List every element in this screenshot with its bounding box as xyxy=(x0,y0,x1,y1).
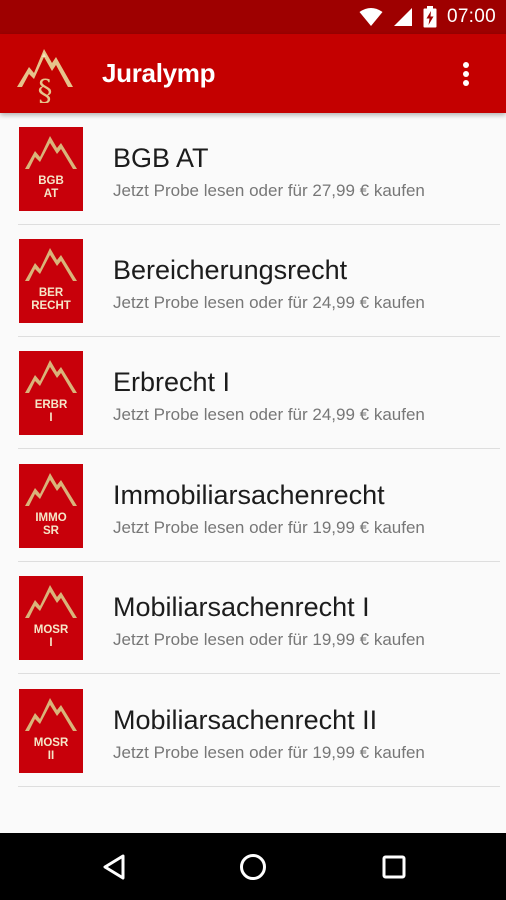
list-item[interactable]: BER RECHT Bereicherungsrecht Jetzt Probe… xyxy=(0,225,506,337)
book-title: Immobiliarsachenrecht xyxy=(113,480,385,510)
wifi-icon xyxy=(359,8,383,26)
book-code-line2: I xyxy=(49,412,53,424)
svg-text:§: § xyxy=(38,74,53,103)
mountain-icon xyxy=(25,360,77,393)
book-title: BGB AT xyxy=(113,143,209,173)
book-subtitle: Jetzt Probe lesen oder für 19,99 € kaufe… xyxy=(113,743,425,762)
battery-charging-icon xyxy=(423,6,437,28)
book-title: Erbrecht I xyxy=(113,367,231,397)
home-icon[interactable] xyxy=(236,850,270,884)
overflow-menu-icon[interactable] xyxy=(456,60,476,88)
book-list: BGB AT BGB AT Jetzt Probe lesen oder für… xyxy=(0,113,506,833)
mountain-icon xyxy=(25,698,77,731)
divider xyxy=(18,448,500,449)
list-item[interactable]: IMMO SR Immobiliarsachenrecht Jetzt Prob… xyxy=(0,450,506,562)
signal-icon xyxy=(393,8,412,26)
book-subtitle: Jetzt Probe lesen oder für 24,99 € kaufe… xyxy=(113,293,425,312)
book-code-line2: II xyxy=(47,750,55,762)
book-code-line2: RECHT xyxy=(31,300,71,312)
book-code-line1: BER xyxy=(38,287,64,299)
mountain-icon xyxy=(25,473,77,506)
mountain-icon xyxy=(25,136,77,169)
book-code-line1: MOSR xyxy=(33,624,69,636)
book-cover-icon: MOSR I xyxy=(19,576,83,660)
mountain-icon xyxy=(25,248,77,281)
book-cover-icon: IMMO SR xyxy=(19,464,83,548)
status-time: 07:00 xyxy=(446,6,496,27)
status-bar: 07:00 xyxy=(0,0,506,34)
book-subtitle: Jetzt Probe lesen oder für 19,99 € kaufe… xyxy=(113,630,425,649)
app-title: Juralymp xyxy=(102,58,216,88)
book-code-line1: BGB xyxy=(38,175,64,187)
book-code-line1: IMMO xyxy=(35,512,67,524)
book-code-line1: ERBR xyxy=(34,399,68,411)
book-cover-icon: BER RECHT xyxy=(19,239,83,323)
book-cover-icon: BGB AT xyxy=(19,127,83,211)
status-icons: 07:00 xyxy=(359,0,496,34)
back-icon[interactable] xyxy=(97,850,131,884)
book-code-line1: MOSR xyxy=(33,737,69,749)
book-code-line2: AT xyxy=(43,188,59,200)
mountain-icon xyxy=(25,585,77,618)
book-title: Mobiliarsachenrecht II xyxy=(113,705,378,735)
divider xyxy=(18,786,500,787)
recents-icon[interactable] xyxy=(377,850,411,884)
divider xyxy=(18,673,500,674)
book-cover-icon: ERBR I xyxy=(19,351,83,435)
book-code-line2: I xyxy=(49,637,53,649)
book-subtitle: Jetzt Probe lesen oder für 24,99 € kaufe… xyxy=(113,405,425,424)
list-item[interactable]: MOSR II Mobiliarsachenrecht II Jetzt Pro… xyxy=(0,675,506,787)
app-bar: § Juralymp xyxy=(0,34,506,113)
book-title: Bereicherungsrecht xyxy=(113,255,348,285)
book-subtitle: Jetzt Probe lesen oder für 19,99 € kaufe… xyxy=(113,518,425,537)
book-title: Mobiliarsachenrecht I xyxy=(113,592,370,622)
book-code-line2: SR xyxy=(43,525,59,537)
list-item[interactable]: MOSR I Mobiliarsachenrecht I Jetzt Probe… xyxy=(0,562,506,674)
list-item[interactable]: BGB AT BGB AT Jetzt Probe lesen oder für… xyxy=(0,113,506,225)
book-cover-icon: MOSR II xyxy=(19,689,83,773)
juralymp-logo-icon: § xyxy=(17,49,73,103)
book-subtitle: Jetzt Probe lesen oder für 27,99 € kaufe… xyxy=(113,181,425,200)
navigation-bar xyxy=(0,833,506,900)
list-item[interactable]: ERBR I Erbrecht I Jetzt Probe lesen oder… xyxy=(0,337,506,449)
